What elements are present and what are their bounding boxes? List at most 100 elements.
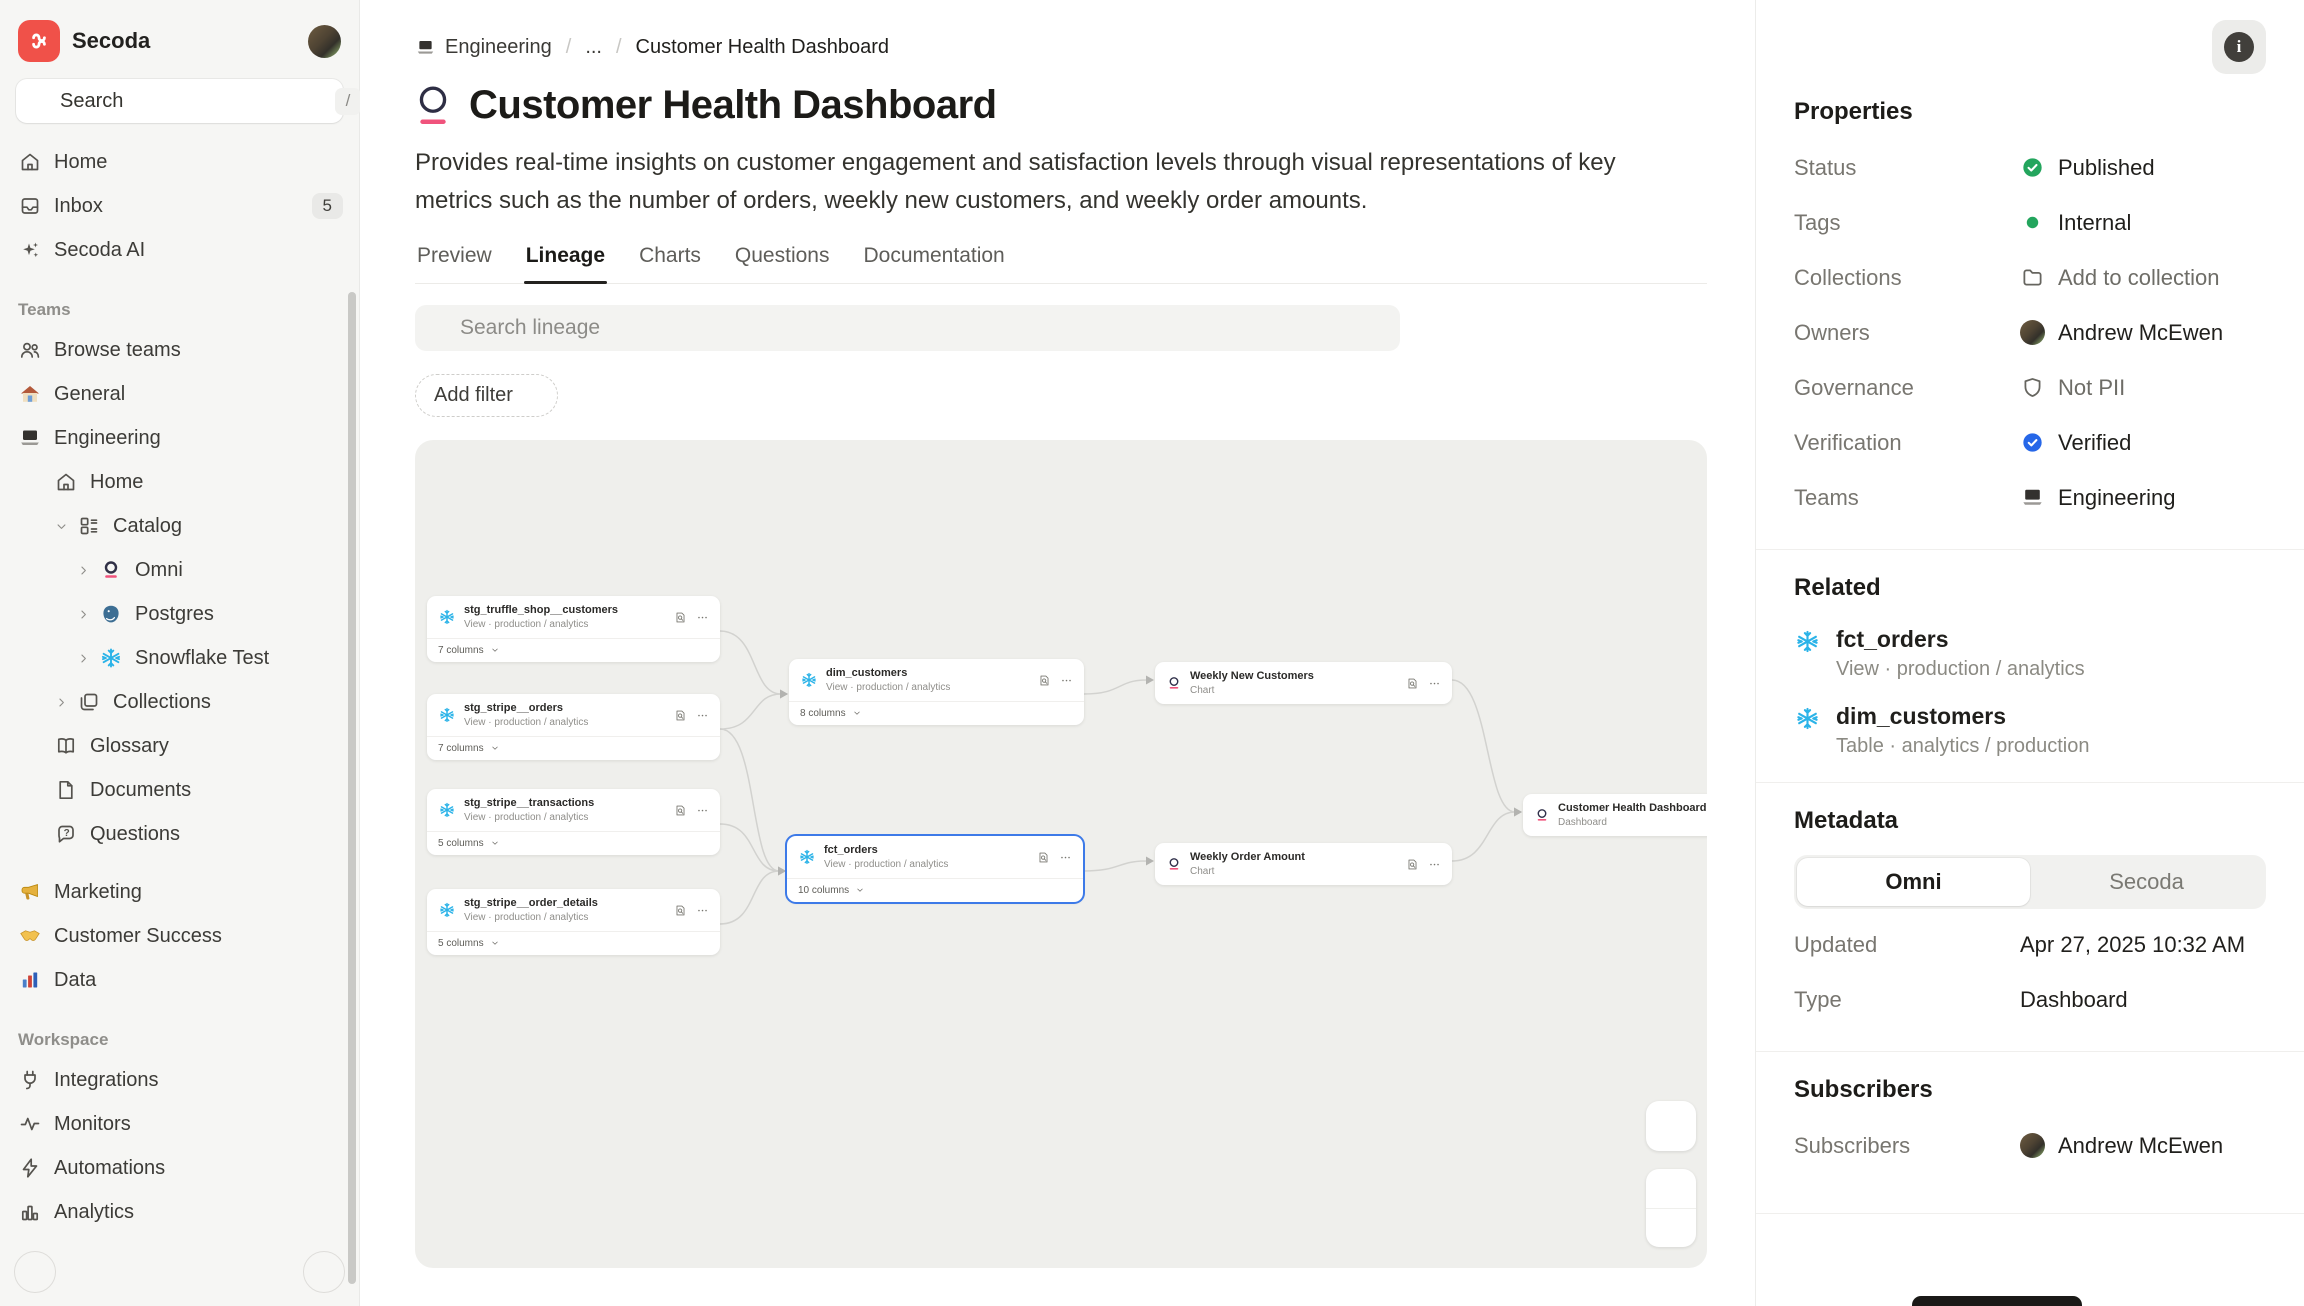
zoom-out-button[interactable] — [1646, 1208, 1696, 1248]
open-external-icon[interactable] — [1623, 35, 1647, 59]
sidebar-item-general[interactable]: General — [0, 372, 359, 416]
more-options-icon[interactable] — [1684, 317, 1707, 340]
fullscreen-icon[interactable] — [1627, 317, 1650, 340]
chevron-down-icon[interactable] — [1923, 104, 1940, 121]
breadcrumb-item-customer-health-dashboard[interactable]: Customer Health Dashboard — [636, 36, 889, 59]
share-icon[interactable] — [1503, 35, 1527, 59]
sidebar-item-home[interactable]: Home — [0, 140, 359, 184]
sidebar-item-data[interactable]: Data — [0, 958, 359, 1002]
chevron-right-icon[interactable] — [76, 651, 91, 666]
chevron-right-icon[interactable] — [76, 563, 91, 578]
tab-preview[interactable]: Preview — [415, 244, 494, 283]
more-options-icon[interactable] — [1683, 35, 1707, 59]
sidebar-item-integrations[interactable]: Integrations — [0, 1058, 359, 1102]
ai-sparkle-icon[interactable] — [1679, 146, 1705, 172]
chevron-down-icon[interactable] — [162, 32, 180, 50]
chevron-down-icon[interactable] — [1908, 813, 1925, 830]
doc-search-icon[interactable] — [674, 904, 687, 917]
search-input[interactable] — [60, 90, 325, 113]
dots-h-icon[interactable] — [696, 709, 709, 722]
node-columns-toggle[interactable]: 5 columns — [427, 931, 720, 955]
doc-search-icon[interactable] — [1406, 677, 1419, 690]
doc-search-icon[interactable] — [674, 804, 687, 817]
sidebar-item-engineering[interactable]: Engineering — [0, 416, 359, 460]
node-columns-toggle[interactable]: 7 columns — [427, 638, 720, 662]
related-item-dim-customers[interactable]: dim_customersTable · analytics / product… — [1794, 703, 2266, 758]
dots-h-icon[interactable] — [1060, 674, 1073, 687]
chevron-right-icon[interactable] — [54, 695, 69, 710]
lineage-node-customer-health-dashboard[interactable]: Customer Health DashboardDashboard — [1523, 794, 1707, 836]
sidebar-item-documents[interactable]: Documents — [0, 768, 359, 812]
chevron-right-icon[interactable] — [76, 607, 91, 622]
sidebar-item-inbox[interactable]: Inbox5 — [0, 184, 359, 228]
dots-h-icon[interactable] — [1428, 858, 1441, 871]
lineage-node-stg-stripe-orders[interactable]: stg_stripe__ordersView · production / an… — [427, 694, 720, 760]
related-item-fct-orders[interactable]: fct_ordersView · production / analytics — [1794, 626, 2266, 681]
sidebar-scrollbar[interactable] — [348, 292, 356, 1284]
property-value[interactable]: Not PII — [2020, 375, 2125, 401]
tab-lineage[interactable]: Lineage — [524, 244, 607, 283]
property-value[interactable]: Andrew McEwen — [2020, 320, 2223, 346]
lineage-node-fct-orders[interactable]: fct_ordersView · production / analytics1… — [787, 836, 1083, 902]
doc-search-icon[interactable] — [674, 709, 687, 722]
lineage-search[interactable] — [415, 305, 1400, 351]
workspace-name[interactable]: Secoda — [72, 28, 150, 54]
breadcrumb-item-[interactable]: ... — [585, 36, 602, 59]
bookmark-icon[interactable] — [1563, 35, 1587, 59]
chevron-down-icon[interactable] — [54, 519, 69, 534]
sidebar-item-omni[interactable]: Omni — [0, 548, 359, 592]
sidebar-item-catalog[interactable]: Catalog — [0, 504, 359, 548]
sidebar-item-home[interactable]: Home — [0, 460, 359, 504]
sidebar-item-collections[interactable]: Collections — [0, 680, 359, 724]
ai-actions-icon[interactable] — [2165, 35, 2190, 60]
chevron-down-icon[interactable] — [1891, 580, 1908, 597]
lineage-node-weekly-new-customers[interactable]: Weekly New CustomersChart — [1155, 662, 1452, 704]
dots-h-icon[interactable] — [1059, 851, 1072, 864]
property-value[interactable]: Published — [2020, 155, 2155, 181]
sidebar-item-glossary[interactable]: Glossary — [0, 724, 359, 768]
node-columns-toggle[interactable]: 5 columns — [427, 831, 720, 855]
lineage-node-dim-customers[interactable]: dim_customersView · production / analyti… — [789, 659, 1084, 725]
info-toggle-button[interactable]: i — [2212, 20, 2266, 74]
property-value[interactable]: Internal — [2020, 210, 2131, 236]
add-property-icon[interactable] — [2243, 101, 2266, 124]
sidebar-search[interactable]: / — [16, 79, 343, 123]
doc-search-icon[interactable] — [1038, 674, 1051, 687]
doc-search-icon[interactable] — [674, 611, 687, 624]
property-value[interactable]: Apr 27, 2025 10:32 AM — [2020, 932, 2245, 958]
doc-search-icon[interactable] — [1037, 851, 1050, 864]
lineage-node-stg-truffle-shop-customers[interactable]: stg_truffle_shop__customersView · produc… — [427, 596, 720, 662]
property-value[interactable]: Add to collection — [2020, 265, 2219, 291]
add-node-icon[interactable] — [1456, 317, 1479, 340]
fit-view-button[interactable] — [1646, 1101, 1696, 1151]
sidebar-item-automations[interactable]: Automations — [0, 1146, 359, 1190]
breadcrumb-item-engineering[interactable]: Engineering — [415, 36, 552, 59]
property-value[interactable]: Dashboard — [2020, 987, 2128, 1013]
sidebar-item-questions[interactable]: ?Questions — [0, 812, 359, 856]
sidebar-item-monitors[interactable]: Monitors — [0, 1102, 359, 1146]
refresh-icon[interactable] — [1570, 317, 1593, 340]
node-columns-toggle[interactable]: 7 columns — [427, 736, 720, 760]
sidebar-item-browse-teams[interactable]: Browse teams — [0, 328, 359, 372]
metadata-source-omni[interactable]: Omni — [1797, 858, 2030, 906]
tab-documentation[interactable]: Documentation — [861, 244, 1006, 283]
user-avatar[interactable] — [308, 25, 341, 58]
chevron-down-icon[interactable] — [1943, 1082, 1960, 1099]
metadata-source-secoda[interactable]: Secoda — [2030, 858, 2263, 906]
lineage-node-stg-stripe-order-details[interactable]: stg_stripe__order_detailsView · producti… — [427, 889, 720, 955]
lineage-search-input[interactable] — [460, 316, 1386, 340]
dots-h-icon[interactable] — [696, 611, 709, 624]
sidebar-item-postgres[interactable]: Postgres — [0, 592, 359, 636]
dots-h-icon[interactable] — [696, 904, 709, 917]
sidebar-item-snowflake-test[interactable]: Snowflake Test — [0, 636, 359, 680]
zoom-in-button[interactable] — [1646, 1169, 1696, 1208]
secoda-logo-icon[interactable] — [18, 20, 60, 62]
property-value[interactable]: Andrew McEwen — [2020, 1133, 2223, 1159]
dots-h-icon[interactable] — [696, 804, 709, 817]
tab-questions[interactable]: Questions — [733, 244, 832, 283]
lineage-node-weekly-order-amount[interactable]: Weekly Order AmountChart — [1155, 843, 1452, 885]
help-button[interactable] — [14, 1251, 56, 1293]
add-related-icon[interactable] — [2243, 577, 2266, 600]
property-value[interactable]: Verified — [2020, 430, 2131, 456]
node-columns-toggle[interactable]: 8 columns — [789, 701, 1084, 725]
